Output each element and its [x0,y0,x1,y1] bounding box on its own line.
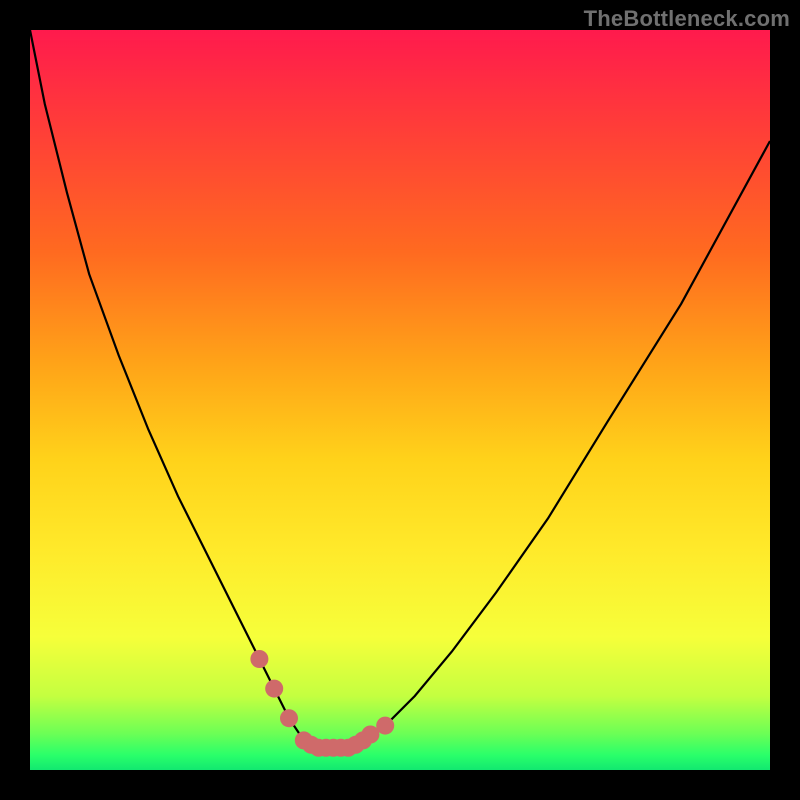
chart-svg [30,30,770,770]
bottleneck-curve [30,30,770,748]
valley-bead [280,709,298,727]
valley-highlight [250,650,394,757]
valley-bead [250,650,268,668]
watermark-text: TheBottleneck.com [584,6,790,32]
valley-bead [265,680,283,698]
plot-area [30,30,770,770]
valley-bead [376,717,394,735]
